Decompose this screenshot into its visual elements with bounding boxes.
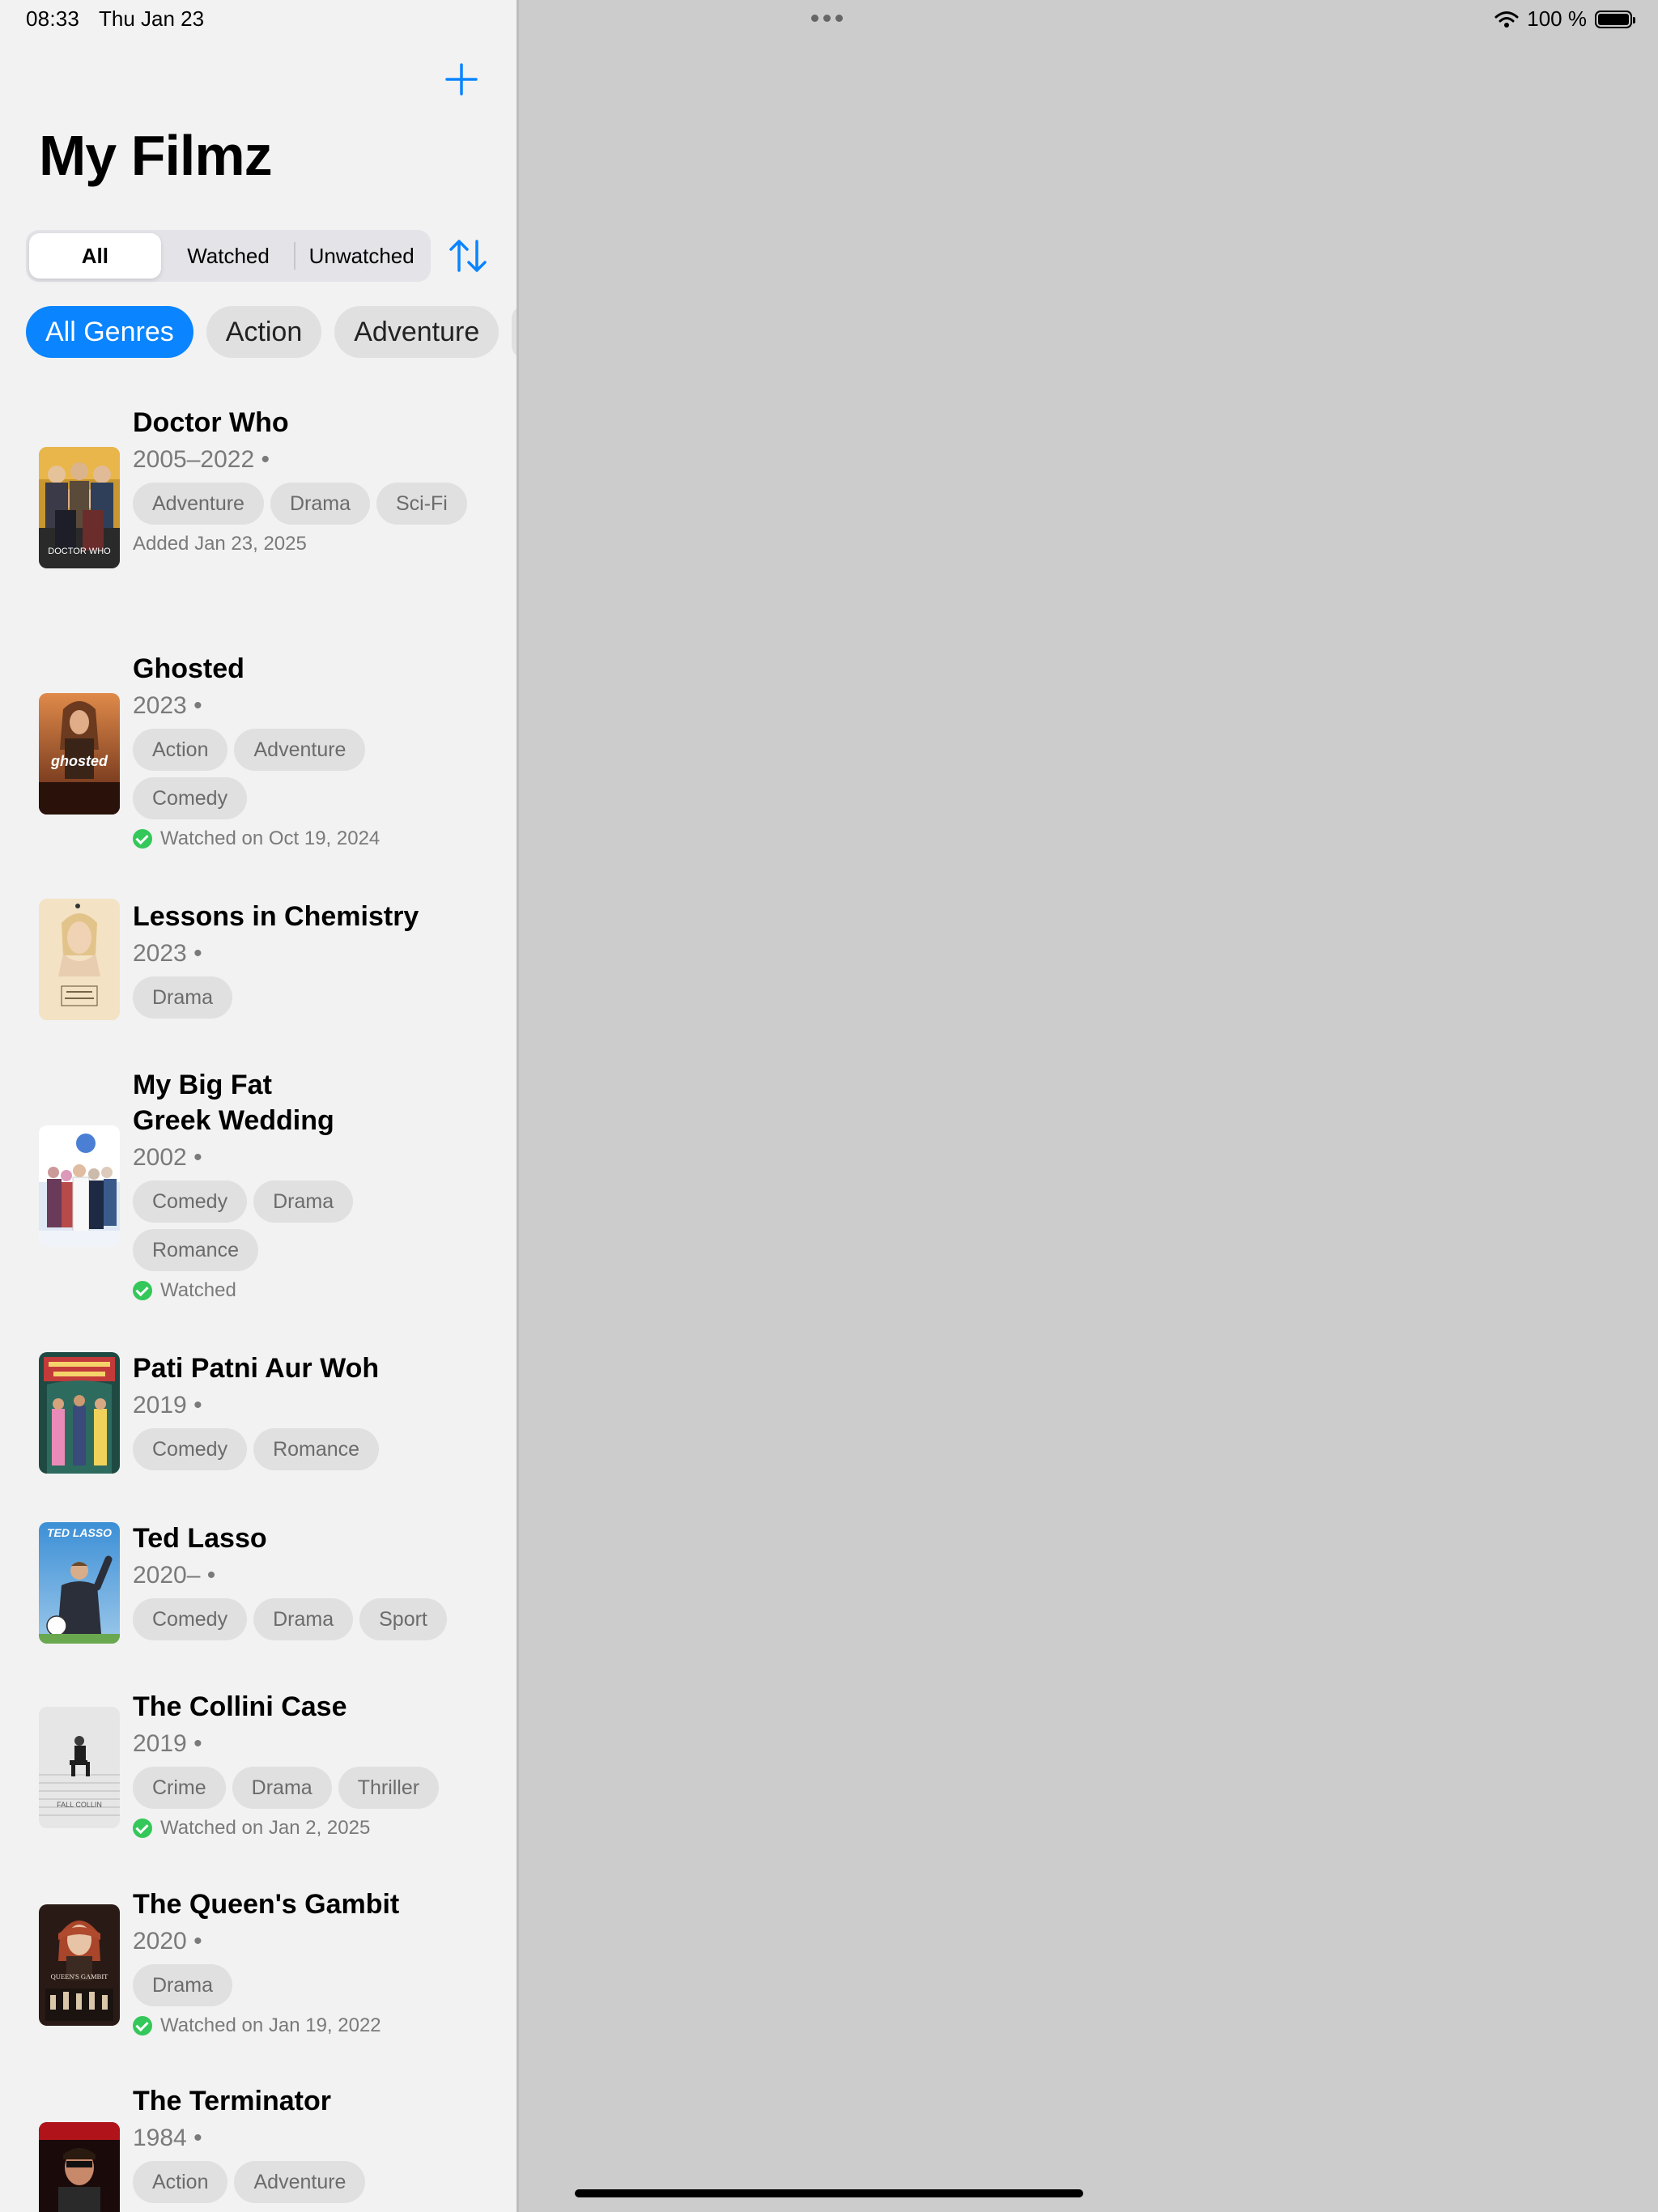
poster-pati-patni-aur-woh (39, 1352, 120, 1474)
genre-tags: Comedy Romance (133, 1428, 473, 1470)
status-time: 08:33 (26, 6, 80, 31)
genre-tags: Drama (133, 976, 473, 1019)
genre-tag: Drama (232, 1767, 332, 1809)
film-title: Lessons in Chemistry (133, 901, 419, 932)
poster-the-collini-case: FALL COLLIN (39, 1707, 120, 1828)
split-view-divider[interactable] (517, 0, 519, 2212)
home-indicator[interactable] (575, 2189, 1083, 2197)
poster-title-text: TED LASSO (47, 1526, 112, 1539)
genre-tags: Action Adventure Comedy (133, 729, 473, 819)
poster-title-text: DOCTOR WHO (48, 547, 111, 556)
genre-tag: Action (133, 729, 228, 771)
watched-date: Watched on Jan 19, 2022 (160, 2014, 381, 2036)
genre-tag: Comedy (133, 1598, 248, 1640)
film-years: 2020– • (133, 1562, 216, 1589)
genre-tags: Comedy Drama Sport (133, 1598, 473, 1640)
film-title: Ted Lasso (133, 1523, 267, 1554)
poster-title-text: ghosted (50, 753, 108, 769)
watched-check-icon (133, 1281, 152, 1300)
genre-tags: Adventure Drama Sci-Fi (133, 483, 473, 525)
film-title: The Terminator (133, 2086, 331, 2116)
film-status: Watched on Jan 2, 2025 (133, 1817, 489, 1840)
segment-watched[interactable]: Watched (163, 233, 295, 279)
genre-tags: Comedy Drama Romance (133, 1180, 473, 1271)
genre-tag: Romance (253, 1428, 380, 1470)
status-date: Thu Jan 23 (99, 6, 205, 31)
poster-ted-lasso: TED LASSO (39, 1522, 120, 1644)
film-years: 2020 • (133, 1928, 202, 1955)
film-years: 1984 • (133, 2125, 202, 2151)
battery-icon (1595, 10, 1635, 28)
watched-date: Watched on Oct 19, 2024 (160, 827, 380, 849)
film-status: Watched (133, 1279, 489, 1302)
genre-tag: Comedy (133, 777, 248, 819)
genre-tag: Drama (133, 976, 233, 1019)
watched-date: Watched on Jan 2, 2025 (160, 1817, 371, 1839)
segment-all[interactable]: All (29, 233, 161, 279)
film-title: Doctor Who (133, 407, 289, 438)
genre-tag: Drama (253, 1180, 354, 1223)
genre-tag: Comedy (133, 1428, 248, 1470)
film-years: 2005–2022 • (133, 446, 270, 473)
genre-tags: Crime Drama Thriller (133, 1767, 473, 1809)
added-date: Added Jan 23, 2025 (133, 533, 307, 555)
poster-the-terminator (39, 2122, 120, 2212)
genre-tag: Adventure (133, 483, 264, 525)
sidebar: 08:33 Thu Jan 23 My Filmz All Watched Un… (0, 0, 517, 2212)
watched-check-icon (133, 2016, 152, 2035)
film-title: Ghosted (133, 653, 244, 684)
poster-title-text: QUEEN'S GAMBIT (51, 1972, 109, 1980)
film-title: Pati Patni Aur Woh (133, 1353, 380, 1384)
genre-tag: Action (133, 2161, 228, 2203)
film-status: Watched on Jan 19, 2022 (133, 2014, 489, 2037)
wifi-icon (1494, 11, 1519, 28)
genre-tag: Adventure (234, 2161, 366, 2203)
genre-tag: Thriller (338, 1767, 440, 1809)
film-title: My Big Fat Greek Wedding (133, 1070, 334, 1136)
genre-chip-all[interactable]: All Genres (26, 306, 193, 358)
battery-percentage: 100 % (1527, 6, 1587, 31)
sort-icon[interactable] (445, 233, 491, 279)
watch-filter-segmented-control: All Watched Unwatched (26, 230, 431, 282)
multitasking-menu-icon[interactable] (811, 15, 843, 22)
genre-tag: Drama (253, 1598, 354, 1640)
genre-tag: Drama (133, 1964, 233, 2006)
film-years: 2019 • (133, 1392, 202, 1419)
genre-tag: Sport (359, 1598, 447, 1640)
genre-tag: Adventure (234, 729, 366, 771)
film-years: 2023 • (133, 692, 202, 719)
add-icon[interactable] (442, 60, 481, 99)
film-status: Watched on Oct 19, 2024 (133, 827, 489, 850)
poster-the-queens-gambit: QUEEN'S GAMBIT (39, 1904, 120, 2026)
genre-chip-adventure[interactable]: Adventure (334, 306, 500, 358)
poster-doctor-who: DOCTOR WHO (39, 447, 120, 568)
watched-date: Watched (160, 1279, 236, 1301)
genre-tag: Drama (270, 483, 370, 525)
watched-check-icon (133, 1819, 152, 1838)
film-years: 2002 • (133, 1144, 202, 1171)
film-title: The Collini Case (133, 1691, 347, 1722)
genre-chip-action[interactable]: Action (206, 306, 322, 358)
genre-filter-bar: All Genres Action Adventure (26, 306, 517, 358)
genre-tags: Drama (133, 1964, 473, 2006)
segment-unwatched[interactable]: Unwatched (295, 233, 427, 279)
watched-check-icon (133, 829, 152, 849)
status-indicators: 100 % (1494, 6, 1635, 32)
poster-ghosted: ghosted (39, 693, 120, 815)
film-years: 2019 • (133, 1730, 202, 1757)
film-years: 2023 • (133, 940, 202, 967)
genre-tag: Sci-Fi (376, 483, 467, 525)
genre-tags: Action Adventure (133, 2161, 473, 2203)
genre-tag: Romance (133, 1229, 258, 1271)
genre-tag: Crime (133, 1767, 226, 1809)
genre-tag: Comedy (133, 1180, 248, 1223)
poster-lessons-in-chemistry (39, 899, 120, 1020)
poster-title-text: FALL COLLIN (57, 1801, 102, 1809)
page-title: My Filmz (39, 124, 273, 187)
film-title: The Queen's Gambit (133, 1889, 400, 1920)
film-status: Added Jan 23, 2025 (133, 533, 489, 555)
poster-my-big-fat-greek-wedding (39, 1125, 120, 1247)
